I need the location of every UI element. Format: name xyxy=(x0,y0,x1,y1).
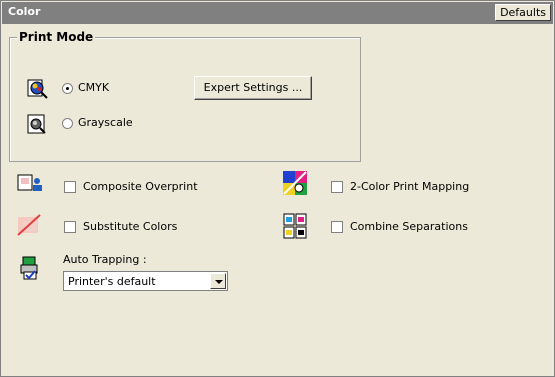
overprint-icon xyxy=(17,172,45,194)
grayscale-mode-icon xyxy=(27,113,49,135)
auto-trapping-label: Auto Trapping : xyxy=(63,253,147,266)
color-mapping-icon xyxy=(282,170,308,196)
substitute-colors-icon xyxy=(14,213,44,236)
cmyk-radio[interactable] xyxy=(62,83,73,94)
combine-separations-checkbox[interactable] xyxy=(331,221,343,233)
panel-titlebar: Color Defaults xyxy=(2,2,553,24)
defaults-button[interactable]: Defaults xyxy=(495,4,551,21)
expert-settings-button[interactable]: Expert Settings ... xyxy=(194,76,312,100)
auto-trapping-select[interactable]: Printer's default xyxy=(63,271,228,291)
panel-title: Color xyxy=(8,5,41,18)
substitute-colors-label[interactable]: Substitute Colors xyxy=(83,220,177,233)
grayscale-radio[interactable] xyxy=(62,118,73,129)
combine-separations-label[interactable]: Combine Separations xyxy=(350,220,468,233)
two-color-mapping-label[interactable]: 2-Color Print Mapping xyxy=(350,180,469,193)
cmyk-mode-icon xyxy=(27,78,49,100)
cmyk-label[interactable]: CMYK xyxy=(78,81,109,94)
grayscale-label[interactable]: Grayscale xyxy=(78,116,133,129)
composite-overprint-label[interactable]: Composite Overprint xyxy=(83,180,198,193)
substitute-colors-checkbox[interactable] xyxy=(64,221,76,233)
composite-overprint-checkbox[interactable] xyxy=(64,181,76,193)
print-mode-legend: Print Mode xyxy=(17,30,96,44)
separations-icon xyxy=(283,213,307,239)
trapping-icon xyxy=(17,255,43,281)
chevron-down-icon[interactable] xyxy=(210,273,226,289)
auto-trapping-value: Printer's default xyxy=(68,275,156,288)
two-color-mapping-checkbox[interactable] xyxy=(331,181,343,193)
